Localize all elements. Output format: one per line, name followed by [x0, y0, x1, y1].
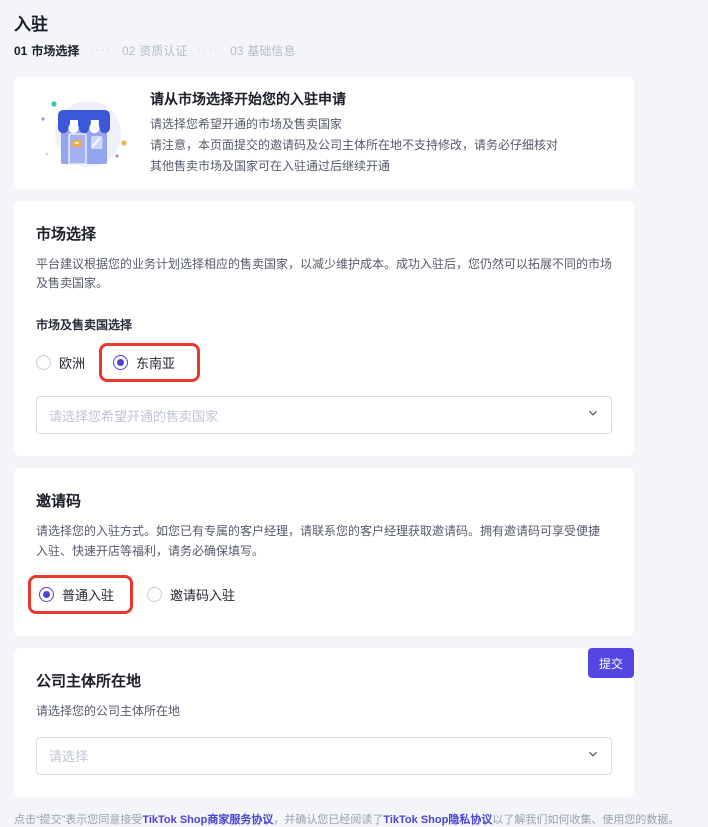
merchant-service-agreement-link[interactable]: TikTok Shop商家服务协议	[142, 814, 273, 826]
step-qualification: 02 资质认证	[122, 42, 187, 59]
radio-normal-entry-label: 普通入驻	[62, 587, 115, 603]
step-basic-info: 03 基础信息	[230, 42, 295, 59]
company-location-select[interactable]: 请选择	[36, 736, 612, 775]
onboarding-page: 入驻 01 市场选择 ···· 02 资质认证 ···· 03 基础信息 请从市…	[0, 0, 708, 827]
company-section-description: 请选择您的公司主体所在地	[36, 703, 181, 718]
radio-option-invite-code-entry[interactable]: 邀请码入驻	[147, 585, 235, 604]
radio-invite-code-entry-label: 邀请码入驻	[170, 587, 236, 603]
highlight-annotation-southeast-asia: 东南亚	[99, 343, 201, 383]
chevron-down-icon	[587, 406, 599, 424]
radio-southeast-asia-icon[interactable]	[113, 355, 129, 371]
radio-normal-entry-icon[interactable]	[39, 586, 54, 602]
step-label: 资质认证	[139, 44, 188, 58]
invite-radio-group: 普通入驻 邀请码入驻	[28, 574, 612, 614]
step-number: 03	[230, 43, 244, 58]
company-section-title: 公司主体所在地	[36, 672, 142, 690]
market-section-description: 平台建议根据您的业务计划选择相应的售卖国家，以减少维护成本。成功入驻后，您仍然可…	[36, 257, 613, 291]
radio-option-normal-entry[interactable]: 普通入驻	[39, 585, 114, 604]
step-label: 市场选择	[31, 44, 80, 58]
radio-option-southeast-asia[interactable]: 东南亚	[113, 353, 175, 372]
radio-southeast-asia-label: 东南亚	[136, 356, 176, 372]
intro-line: 其他售卖市场及国家可在入驻通过后继续开通	[150, 159, 391, 173]
radio-option-europe[interactable]: 欧洲	[36, 353, 85, 372]
intro-line: 请选择您希望开通的市场及售卖国家	[150, 117, 343, 131]
company-select-placeholder: 请选择	[49, 749, 89, 765]
submit-button[interactable]: 提交	[588, 648, 634, 678]
privacy-policy-link[interactable]: TikTok Shop隐私协议	[383, 814, 492, 826]
company-location-card: 公司主体所在地 请选择您的公司主体所在地 请选择	[14, 647, 634, 797]
agreement-middle: ，并确认您已经阅读了	[273, 813, 384, 826]
step-label: 基础信息	[247, 44, 296, 58]
agreement-prefix: 点击“提交”表示您同意接受	[14, 813, 143, 826]
country-select[interactable]: 请选择您希望开通的售卖国家	[36, 396, 612, 435]
step-number: 01	[14, 43, 28, 58]
radio-invite-code-entry-icon[interactable]	[147, 586, 163, 602]
step-number: 02	[122, 43, 136, 58]
intro-banner-card: 请从市场选择开始您的入驻申请 请选择您希望开通的市场及售卖国家 请注意，本页面提…	[14, 77, 634, 189]
radio-europe-icon[interactable]	[36, 355, 51, 371]
agreement-note: 点击“提交”表示您同意接受TikTok Shop商家服务协议，并确认您已经阅读了…	[14, 811, 694, 827]
step-separator-dots: ····	[197, 44, 221, 56]
highlight-annotation-normal-entry: 普通入驻	[28, 574, 134, 614]
invitation-code-card: 邀请码 请选择您的入驻方式。如您已有专属的客户经理，请联系您的客户经理获取邀请码…	[14, 468, 634, 636]
invite-section-description: 请选择您的入驻方式。如您已有专属的客户经理，请联系您的客户经理获取邀请码。拥有邀…	[36, 524, 601, 558]
intro-line: 请注意，本页面提交的邀请码及公司主体所在地不支持修改，请务必仔细核对	[150, 138, 559, 152]
market-field-label: 市场及售卖国选择	[36, 318, 133, 333]
country-select-placeholder: 请选择您希望开通的售卖国家	[49, 408, 219, 424]
market-selection-card: 市场选择 平台建议根据您的业务计划选择相应的售卖国家，以减少维护成本。成功入驻后…	[14, 201, 634, 457]
market-radio-group: 欧洲 东南亚	[36, 343, 612, 383]
radio-europe-label: 欧洲	[59, 356, 86, 372]
invite-section-title: 邀请码	[36, 493, 82, 511]
step-separator-dots: ····	[89, 44, 113, 56]
page-title: 入驻	[14, 15, 48, 34]
agreement-suffix: 以了解我们如何收集、使用您的数据。	[492, 813, 680, 826]
market-section-title: 市场选择	[36, 226, 97, 243]
intro-title: 请从市场选择开始您的入驻申请	[150, 91, 346, 107]
step-indicator: 01 市场选择 ···· 02 资质认证 ···· 03 基础信息	[14, 42, 694, 59]
intro-text: 请从市场选择开始您的入驻申请 请选择您希望开通的市场及售卖国家 请注意，本页面提…	[150, 89, 558, 177]
step-market-selection: 01 市场选择	[14, 42, 79, 59]
storefront-icon	[34, 92, 130, 174]
chevron-down-icon	[587, 747, 599, 765]
